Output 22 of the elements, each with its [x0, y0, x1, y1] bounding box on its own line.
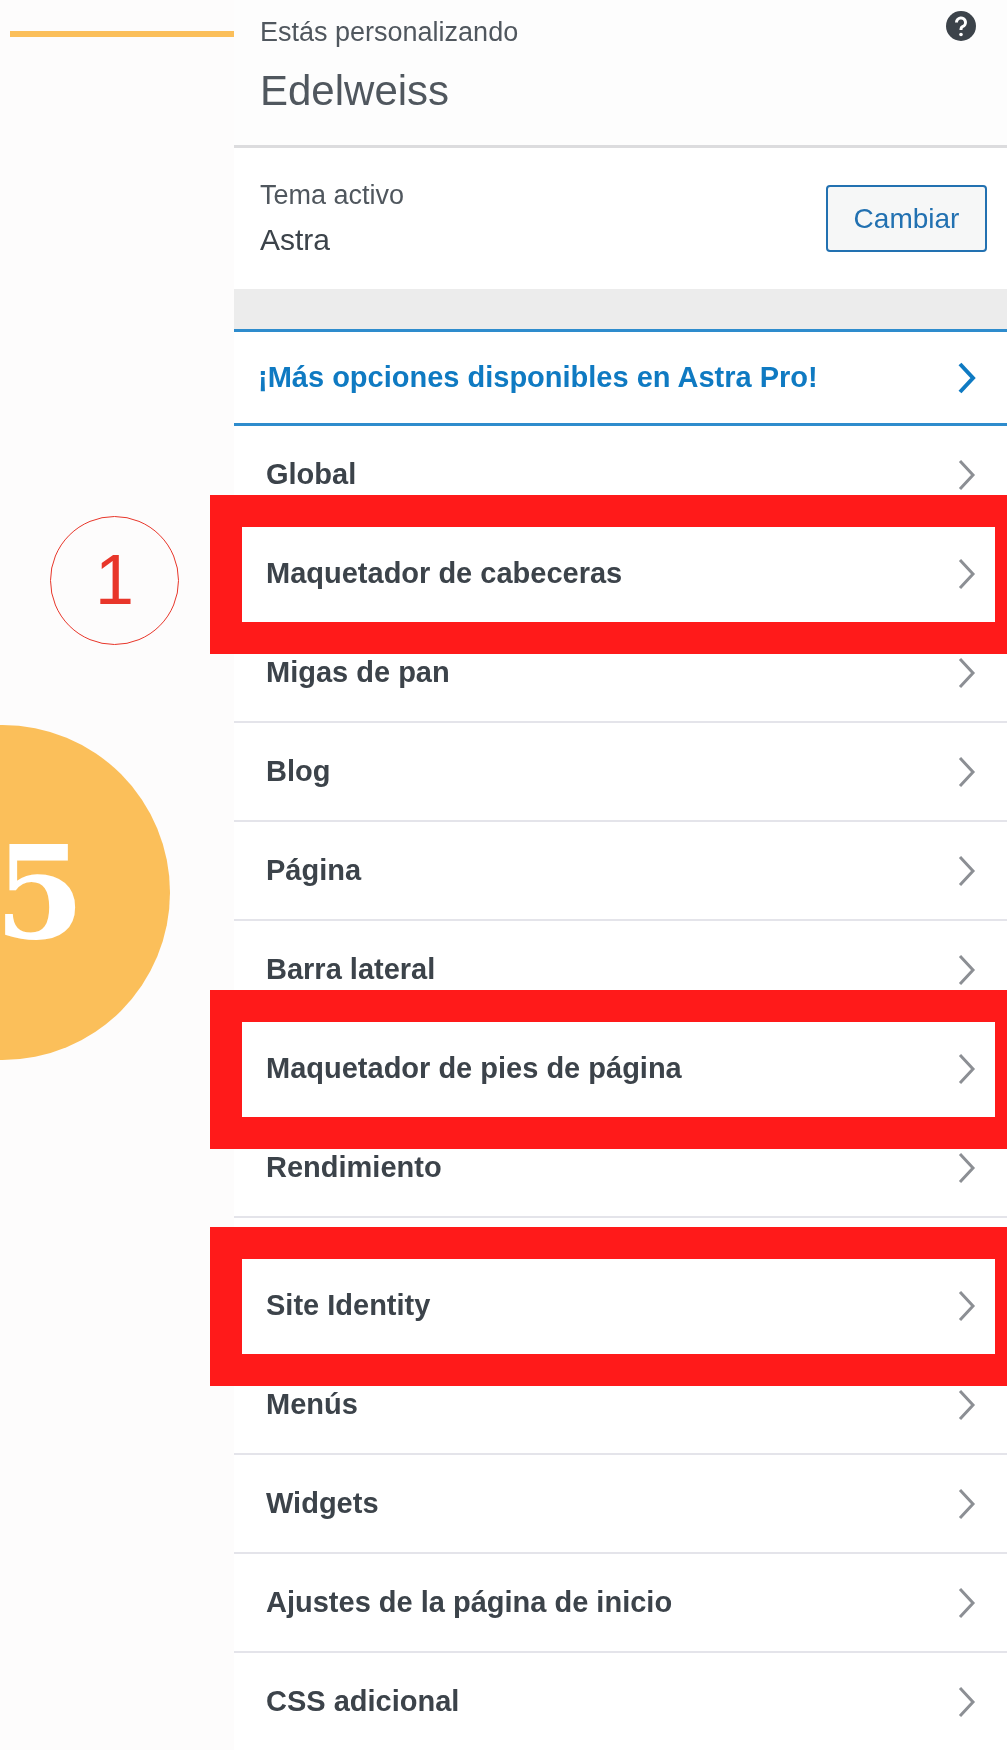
promo-link[interactable]: ¡Más opciones disponibles en Astra Pro!	[234, 329, 1007, 426]
chevron-icon	[957, 1051, 977, 1086]
site-title: Edelweiss	[260, 65, 451, 116]
chevron-icon	[957, 655, 977, 690]
theme-name: Astra	[260, 222, 332, 259]
chevron-icon	[957, 1150, 977, 1185]
chevron-icon	[957, 1684, 977, 1719]
change-button[interactable]: Cambiar	[826, 185, 987, 252]
chevron-icon	[957, 1387, 977, 1422]
chevron-icon	[957, 853, 977, 888]
theme-label: Tema activo	[260, 178, 405, 212]
number-label: 5	[0, 815, 85, 971]
chevron-icon	[957, 952, 977, 987]
chevron-icon	[957, 457, 977, 492]
chevron-icon	[957, 1486, 977, 1521]
chevron-icon	[957, 1585, 977, 1620]
chevron-icon	[957, 1288, 977, 1323]
chevron-icon	[957, 360, 977, 395]
help-icon[interactable]	[945, 10, 977, 42]
chevron-icon	[957, 754, 977, 789]
chevron-icon	[957, 556, 977, 591]
customizing-label: Estás personalizando	[260, 16, 519, 49]
